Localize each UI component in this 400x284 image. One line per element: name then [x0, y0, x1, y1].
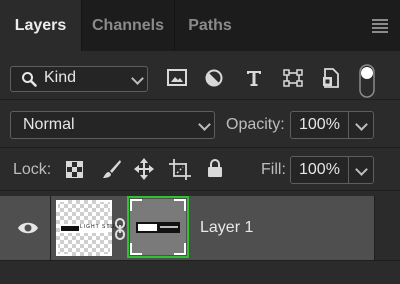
lock-artboard-icon[interactable] — [169, 159, 191, 180]
layer-mask-thumbnail[interactable] — [127, 196, 189, 258]
mask-link-icon[interactable] — [114, 218, 126, 240]
smart-object-filter-icon[interactable] — [322, 68, 340, 88]
chevron-down-icon — [131, 72, 144, 85]
opacity-field[interactable]: 100% — [290, 111, 374, 139]
fill-field[interactable]: 100% — [290, 156, 374, 184]
filter-toggle-icon[interactable] — [359, 64, 375, 98]
shape-filter-icon[interactable] — [283, 69, 303, 87]
filter-kind-label: Kind — [44, 69, 77, 86]
lock-image-pixels-icon[interactable] — [102, 159, 122, 179]
layer-thumbnail[interactable]: LIGHT STUDIO — [56, 200, 126, 256]
opacity-value[interactable]: 100% — [299, 116, 340, 134]
lock-label: Lock: — [13, 161, 52, 178]
filter-kind-select[interactable]: Kind — [10, 66, 148, 92]
divider — [0, 99, 400, 100]
fill-label: Fill: — [261, 161, 286, 178]
chevron-down-icon[interactable] — [355, 163, 368, 176]
divider — [0, 147, 400, 148]
opacity-label: Opacity: — [226, 116, 285, 133]
tab-layers[interactable]: Layers — [0, 0, 81, 51]
tab-paths[interactable]: Paths — [175, 0, 245, 51]
layers-scrollbar[interactable] — [374, 196, 400, 260]
image-filter-icon[interactable] — [167, 69, 187, 86]
adjustment-filter-icon[interactable] — [205, 69, 223, 87]
panel-menu-icon[interactable] — [372, 19, 388, 35]
type-filter-icon[interactable] — [245, 69, 263, 87]
fill-value[interactable]: 100% — [299, 161, 340, 179]
chevron-down-icon[interactable] — [355, 118, 368, 131]
blend-mode-select[interactable]: Normal — [10, 111, 215, 139]
lock-position-icon[interactable] — [134, 158, 154, 180]
divider — [0, 260, 400, 261]
eye-visibility-icon[interactable] — [17, 221, 39, 235]
tab-channels[interactable]: Channels — [82, 0, 174, 51]
layer-name[interactable]: Layer 1 — [200, 219, 253, 237]
panel-tab-bar: Layers Channels Paths — [0, 0, 400, 51]
chevron-down-icon — [198, 118, 211, 131]
search-icon — [22, 72, 37, 87]
divider — [0, 190, 400, 191]
lock-all-icon[interactable] — [207, 159, 223, 178]
blend-mode-value: Normal — [23, 116, 75, 133]
lock-transparent-pixels-icon[interactable] — [66, 161, 83, 178]
